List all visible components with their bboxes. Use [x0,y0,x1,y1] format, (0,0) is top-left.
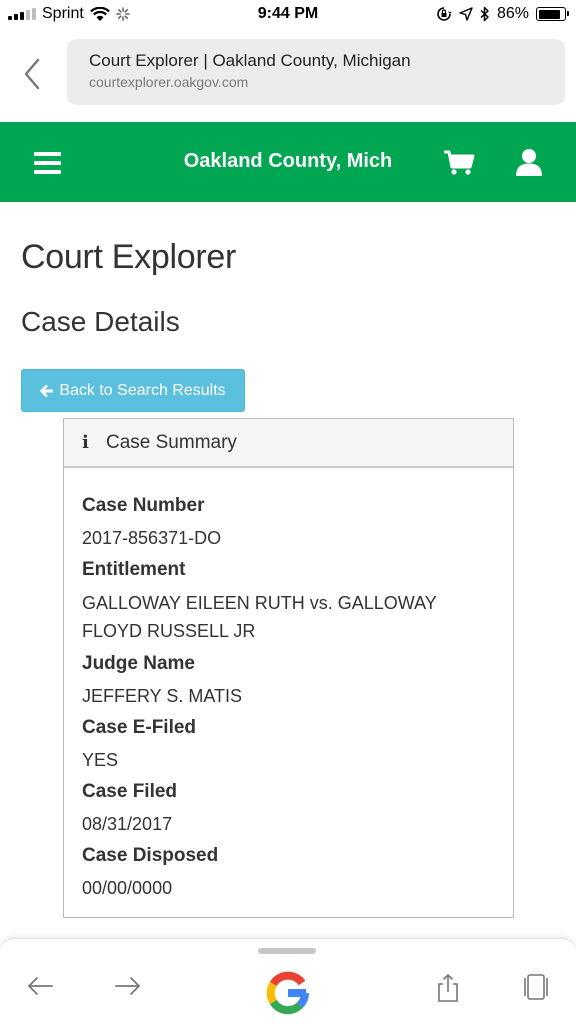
battery-percent: 86% [496,5,529,22]
case-summary-title: Case Summary [106,431,237,453]
back-to-search-button[interactable]: Back to Search Results [21,369,245,412]
page-title: Court Explorer [21,238,236,276]
browser-bar: Court Explorer | Oakland County, Michiga… [0,30,576,120]
info-icon: i [82,432,89,453]
case-number-label: Case Number [82,495,205,516]
battery-fill [538,9,560,19]
judge-name-value: JEFFERY S. MATIS [82,686,243,706]
status-right: 86% [436,5,569,23]
section-title: Case Details [21,306,180,337]
sheet-grabber[interactable] [258,948,316,954]
share-icon[interactable] [436,973,460,1003]
case-disposed-value: 00/00/0000 [82,878,173,898]
address-domain: courtexplorer.oakgov.com [89,74,249,90]
cart-icon[interactable] [443,150,475,176]
arrow-left-icon [40,384,54,397]
back-to-search-label: Back to Search Results [59,381,226,399]
site-header: Oakland County, Mich [0,122,576,202]
status-bar: Sprint 9:44 PM 86% [0,0,576,30]
case-filed-value: 08/31/2017 [82,814,173,834]
judge-name-label: Judge Name [82,653,195,674]
tabs-icon[interactable] [522,973,550,1001]
orientation-lock-icon [437,7,452,21]
case-disposed-label: Case Disposed [82,845,219,866]
case-efiled-value: YES [82,750,119,770]
menu-icon[interactable] [34,152,61,174]
google-icon[interactable] [266,971,310,1015]
forward-arrow-icon[interactable] [114,975,142,997]
case-filed-label: Case Filed [82,781,178,802]
address-bar[interactable]: Court Explorer | Oakland County, Michiga… [67,39,565,105]
address-page-title: Court Explorer | Oakland County, Michiga… [89,51,411,70]
battery-icon [536,7,569,21]
case-efiled-label: Case E-Filed [82,717,197,738]
case-summary-panel: i Case Summary Case Number 2017-856371-D… [63,418,514,918]
back-arrow-icon[interactable] [26,975,54,997]
bluetooth-icon [480,6,489,22]
bottom-toolbar [0,938,576,1024]
location-icon [459,7,473,21]
entitlement-label: Entitlement [82,559,186,580]
case-summary-heading: i Case Summary [64,419,513,468]
browser-back-icon[interactable] [20,56,46,92]
user-icon[interactable] [515,148,543,176]
case-number-value: 2017-856371-DO [82,528,222,548]
case-summary-body: Case Number 2017-856371-DO Entitlement G… [64,468,513,926]
entitlement-value: GALLOWAY EILEEN RUTH vs. GALLOWAY FLOYD … [82,593,437,641]
site-title[interactable]: Oakland County, Mich [150,150,426,173]
